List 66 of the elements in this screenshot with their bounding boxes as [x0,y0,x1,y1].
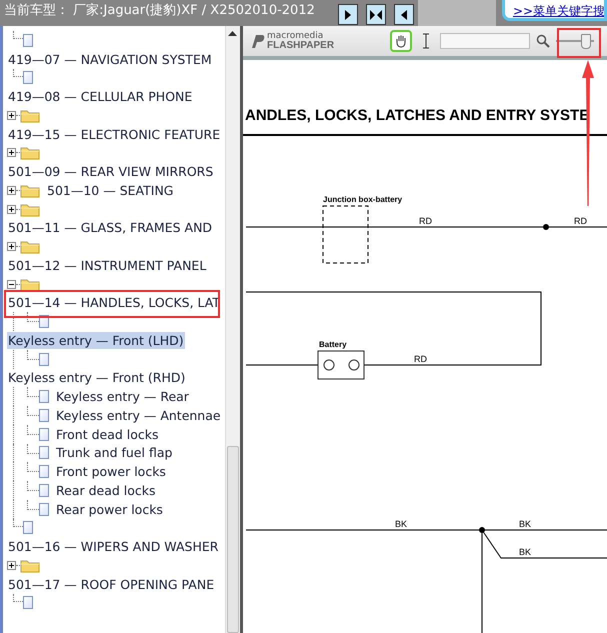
tree-item[interactable]: 501—16 — WIPERS AND WASHER [7,538,220,556]
page-icon[interactable] [39,428,49,441]
expand-icon[interactable] [7,242,16,252]
tree-item[interactable]: 419—07 — NAVIGATION SYSTEM [7,50,213,68]
page-icon[interactable] [39,484,49,497]
page-icon[interactable] [39,465,49,478]
tree-item[interactable]: Rear dead locks [55,482,157,499]
page-icon[interactable] [23,521,33,534]
car-model-title: 当前车型： 厂家:Jaguar(捷豹)XF / X2502010-2012 [3,2,316,18]
collapse-icon[interactable] [7,280,16,289]
tree-item[interactable]: 501—14 — HANDLES, LOCKS, LAT [7,294,222,312]
scroll-thumb[interactable] [227,446,239,633]
splice-dot [479,527,485,533]
wire-color-label: RD [419,216,432,226]
annotation-box [557,28,601,58]
tree-item[interactable]: 501—10 — SEATING [46,182,174,199]
tree-item[interactable]: 501—12 — INSTRUMENT PANEL [7,256,208,274]
junction-box [322,206,368,264]
page-icon[interactable] [39,408,49,422]
page-icon[interactable] [39,352,49,366]
tree-item[interactable]: Front power locks [55,463,167,480]
scroll-up-icon[interactable] [228,30,238,36]
search-field[interactable] [440,33,530,49]
tree-item[interactable]: Keyless entry — Front (RHD) [7,369,186,386]
expand-icon[interactable] [7,148,16,158]
page-icon[interactable] [39,502,49,516]
scrollbar[interactable] [225,26,240,633]
wire-color-label: BK [395,519,408,529]
zoom-slider[interactable] [556,33,594,49]
battery-label: Battery [319,340,347,349]
arrow-right-icon[interactable] [338,4,358,25]
search-icon[interactable] [536,34,550,48]
folder-icon[interactable] [20,276,40,292]
tree-item[interactable]: Trunk and fuel flap [55,444,174,462]
tree-item[interactable]: Rear power locks [55,500,164,518]
tree-item[interactable]: 419—15 — ELECTRONIC FEATURE [7,126,222,143]
expand-icon[interactable] [7,560,16,570]
wire-color-label: RD [574,216,587,226]
wire-color-label: BK [519,519,532,529]
text-select-icon[interactable] [422,33,430,49]
splice-dot [543,224,549,230]
battery-symbol [318,350,364,380]
hand-tool-icon[interactable] [390,30,412,52]
tree-item[interactable]: Keyless entry — Antennae [55,406,222,424]
page-icon[interactable] [39,390,49,404]
expand-icon[interactable] [7,186,16,195]
tree-item[interactable]: 419—08 — CELLULAR PHONE [7,88,194,106]
tree-item[interactable]: Keyless entry — Front (LHD) [7,332,185,349]
page-icon[interactable] [23,34,33,47]
arrows-inward-icon[interactable] [366,4,386,25]
tree-item[interactable]: Keyless entry — Rear [55,388,190,406]
page-icon[interactable] [39,446,49,460]
flashpaper-logo: macromedia FLASHPAPER [249,32,384,50]
page-title: ANDLES, LOCKS, LATCHES AND ENTRY SYSTE [245,107,590,124]
tree-item[interactable]: 501—09 — REAR VIEW MIRRORS [7,163,214,180]
expand-icon[interactable] [7,204,16,214]
page-icon[interactable] [23,71,33,84]
page-icon[interactable] [23,596,33,610]
tree-item[interactable]: 501—17 — ROOF OPENING PANE [7,576,216,593]
wire-color-label: RD [414,354,427,364]
wire-color-label: BK [519,547,532,557]
arrow-left-icon[interactable] [394,4,414,25]
junction-box-label: Junction box-battery [323,195,402,204]
expand-icon[interactable] [7,110,16,120]
tree-item[interactable]: 501—11 — GLASS, FRAMES AND [7,219,214,236]
tree-item[interactable]: Front dead locks [55,426,160,443]
